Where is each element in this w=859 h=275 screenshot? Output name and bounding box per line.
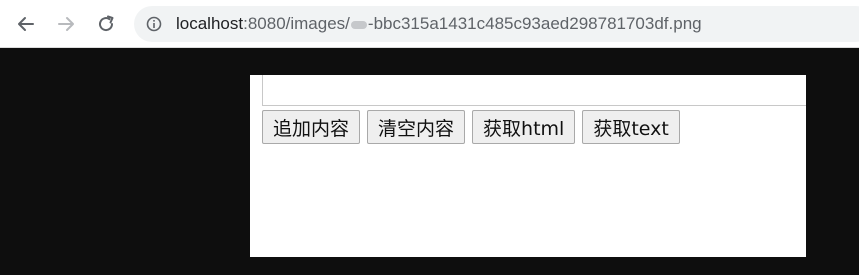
forward-button[interactable] (52, 10, 80, 38)
url-redacted-segment (350, 20, 367, 29)
get-html-button[interactable]: 获取html (472, 110, 576, 144)
append-content-button[interactable]: 追加内容 (262, 110, 361, 144)
browser-toolbar: localhost:8080/images/ -bbc315a1431c485c9… (0, 0, 859, 48)
content-editor-box[interactable] (262, 75, 806, 106)
back-button[interactable] (12, 10, 40, 38)
info-circle-icon[interactable] (146, 16, 162, 32)
url-host: localhost (176, 14, 244, 33)
reload-icon (99, 15, 114, 32)
address-bar[interactable]: localhost:8080/images/ -bbc315a1431c485c9… (134, 6, 859, 42)
get-text-button[interactable]: 获取text (582, 110, 680, 144)
reload-button[interactable] (92, 10, 120, 38)
button-row: 追加内容 清空内容 获取html 获取text (262, 110, 680, 144)
url-port-path: :8080/images/ (243, 14, 350, 33)
url-text[interactable]: localhost:8080/images/ -bbc315a1431c485c9… (176, 14, 702, 34)
page-screenshot: 追加内容 清空内容 获取html 获取text (250, 75, 806, 257)
clear-content-button[interactable]: 清空内容 (367, 110, 466, 144)
arrow-left-icon (18, 17, 34, 31)
arrow-right-icon (58, 17, 74, 31)
url-filename: -bbc315a1431c485c93aed298781703df.png (367, 14, 702, 33)
